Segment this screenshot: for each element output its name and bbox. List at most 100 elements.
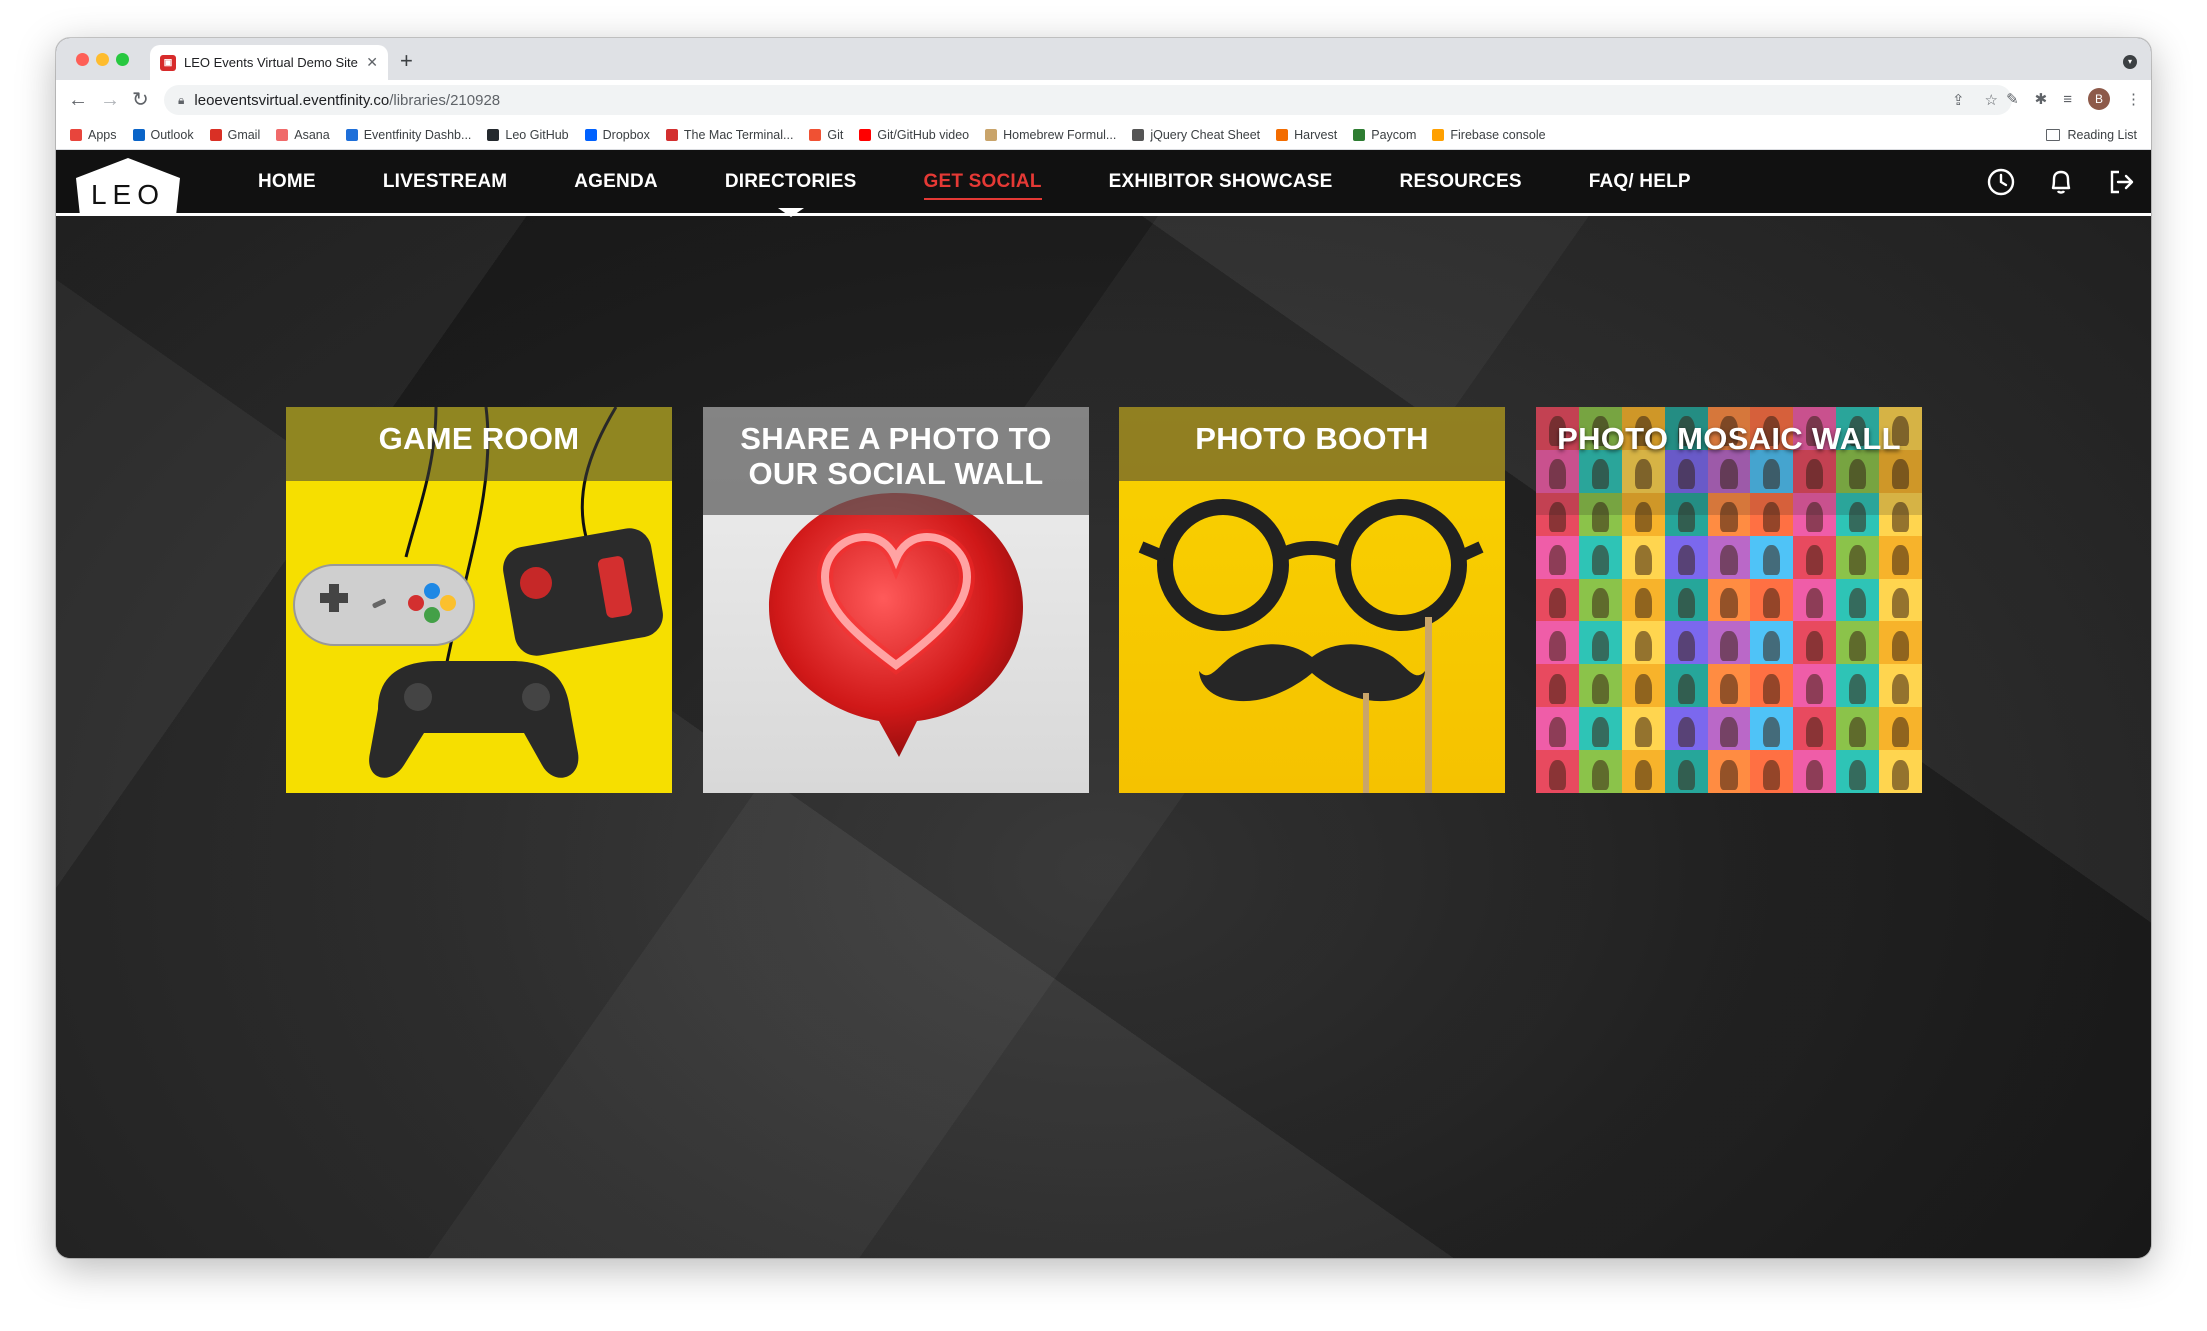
portrait-cell: [1536, 621, 1579, 665]
extensions-puzzle-icon[interactable]: ✱: [2035, 90, 2048, 108]
bookmark-jquery-cheat-sheet[interactable]: jQuery Cheat Sheet: [1132, 128, 1260, 142]
lock-icon[interactable]: 🔒︎: [178, 93, 184, 108]
dropbox-icon: [584, 129, 597, 141]
portrait-cell: [1664, 621, 1708, 665]
portrait-cell: [1879, 578, 1922, 622]
bookmark-gmail[interactable]: Gmail: [209, 128, 260, 142]
portrait-cell: [1793, 535, 1837, 579]
clock-icon[interactable]: [1985, 166, 2017, 198]
bookmark-dropbox[interactable]: Dropbox: [584, 128, 650, 142]
portrait-cell: [1879, 750, 1922, 793]
harvest-icon: [1276, 129, 1289, 141]
new-tab-button[interactable]: +: [400, 48, 413, 74]
portrait-cell: [1707, 535, 1751, 579]
portrait-cell: [1536, 750, 1579, 793]
portrait-cell: [1578, 578, 1622, 622]
bookmark-asana[interactable]: Asana: [276, 128, 330, 142]
nav-item-label: FAQ/ HELP: [1588, 170, 1691, 192]
bookmark-leo-github[interactable]: Leo GitHub: [487, 128, 569, 142]
photo-booth-tile[interactable]: PHOTO BOOTH: [1119, 407, 1505, 793]
apps-grid-icon: [70, 129, 82, 141]
bookmark-label: Outlook: [150, 128, 194, 142]
bookmark-git[interactable]: Git: [809, 128, 843, 142]
bookmark-harvest[interactable]: Harvest: [1276, 128, 1337, 142]
bookmark-apps[interactable]: Apps: [70, 128, 117, 142]
portrait-cell: [1578, 664, 1622, 708]
browser-tab[interactable]: ▣ LEO Events Virtual Demo Site ✕: [150, 45, 388, 80]
logout-icon[interactable]: [2105, 166, 2137, 198]
nav-item-livestream[interactable]: LIVESTREAM: [383, 171, 507, 193]
portrait-cell: [1621, 621, 1665, 665]
game-room-tile[interactable]: GAME ROOM: [286, 407, 672, 793]
bookmark-paycom[interactable]: Paycom: [1353, 128, 1416, 142]
bell-icon[interactable]: [2045, 166, 2077, 198]
photo-mosaic-wall-tile[interactable]: PHOTO MOSAIC WALL: [1536, 407, 1922, 793]
nav-item-agenda[interactable]: AGENDA: [574, 171, 658, 193]
portrait-cell: [1536, 578, 1579, 622]
portrait-cell: [1707, 578, 1751, 622]
minimize-window-button[interactable]: [96, 53, 109, 66]
tab-title: LEO Events Virtual Demo Site: [184, 55, 358, 70]
portrait-cell: [1836, 578, 1880, 622]
portrait-cell: [1621, 578, 1665, 622]
profile-avatar[interactable]: B: [2088, 88, 2110, 110]
nav-item-exhibitor-showcase[interactable]: EXHIBITOR SHOWCASE: [1109, 171, 1333, 193]
nav-item-directories[interactable]: DIRECTORIES: [724, 170, 857, 217]
back-arrow-icon[interactable]: ←: [68, 88, 88, 112]
bookmark-git-github-video[interactable]: Git/GitHub video: [859, 128, 969, 142]
address-bar[interactable]: 🔒︎ leoeventsvirtual.eventfinity.co/libra…: [164, 85, 2012, 115]
portrait-cell: [1879, 707, 1922, 751]
nav-item-home[interactable]: HOME: [258, 171, 316, 193]
tab-search-icon[interactable]: ▾: [2123, 55, 2137, 69]
bookmark-label: Git/GitHub video: [877, 128, 970, 142]
portrait-cell: [1836, 664, 1880, 708]
youtube-icon: [859, 129, 872, 141]
close-window-button[interactable]: [76, 53, 89, 66]
close-tab-icon[interactable]: ✕: [366, 54, 378, 71]
homebrew-icon: [985, 129, 998, 141]
portrait-cell: [1536, 535, 1579, 579]
portrait-cell: [1578, 535, 1622, 579]
portrait-cell: [1793, 707, 1837, 751]
media-queue-icon[interactable]: ≡: [2063, 91, 2072, 108]
share-icon[interactable]: ⇪: [1952, 91, 1965, 109]
extension-pen-icon[interactable]: ✎: [2006, 90, 2019, 108]
portrait-cell: [1621, 664, 1665, 708]
tile-title-band: SHARE A PHOTO TO OUR SOCIAL WALL: [703, 407, 1089, 515]
portrait-cell: [1664, 578, 1708, 622]
bookmark-label: Paycom: [1371, 128, 1417, 142]
nav-item-label: EXHIBITOR SHOWCASE: [1108, 170, 1333, 192]
bookmark-firebase-console[interactable]: Firebase console: [1432, 128, 1546, 142]
reload-icon[interactable]: ↻: [132, 88, 149, 112]
portrait-cell: [1879, 535, 1922, 579]
share-photo-tile[interactable]: SHARE A PHOTO TO OUR SOCIAL WALL: [703, 407, 1089, 793]
maximize-window-button[interactable]: [116, 53, 129, 66]
tile-title: PHOTO BOOTH: [1195, 421, 1429, 456]
bookmark-label: Git: [827, 128, 844, 142]
bookmark-eventfinity-dashb[interactable]: Eventfinity Dashb...: [345, 128, 471, 142]
bookmark-outlook[interactable]: Outlook: [132, 128, 194, 142]
terminal-icon: [665, 129, 678, 141]
portrait-cell: [1664, 535, 1708, 579]
browser-menu-icon[interactable]: ⋮: [2126, 90, 2141, 108]
portrait-cell: [1879, 621, 1922, 665]
tile-title: SHARE A PHOTO TO OUR SOCIAL WALL: [740, 421, 1052, 491]
portrait-cell: [1750, 750, 1794, 793]
portrait-cell: [1664, 707, 1708, 751]
forward-arrow-icon[interactable]: →: [100, 88, 120, 112]
jquery-icon: [1132, 129, 1145, 141]
bookmark-homebrew-formul[interactable]: Homebrew Formul...: [985, 128, 1116, 142]
eventfinity-icon: [345, 129, 358, 141]
nav-item-faq-help[interactable]: FAQ/ HELP: [1589, 171, 1691, 193]
reading-list-button[interactable]: Reading List: [2045, 120, 2137, 150]
bookmark-the-mac-terminal[interactable]: The Mac Terminal...: [665, 128, 793, 142]
svg-text:LEO: LEO: [91, 179, 165, 210]
bookmark-star-icon[interactable]: ☆: [1985, 91, 1998, 109]
nav-item-label: DIRECTORIES: [724, 170, 857, 192]
nav-item-resources[interactable]: RESOURCES: [1400, 171, 1522, 193]
active-nav-underline: [923, 197, 1042, 200]
nav-item-get-social[interactable]: GET SOCIAL: [923, 171, 1042, 200]
portrait-cell: [1707, 664, 1751, 708]
leo-logo[interactable]: LEO: [72, 156, 184, 218]
reading-list-icon: [2045, 129, 2060, 141]
